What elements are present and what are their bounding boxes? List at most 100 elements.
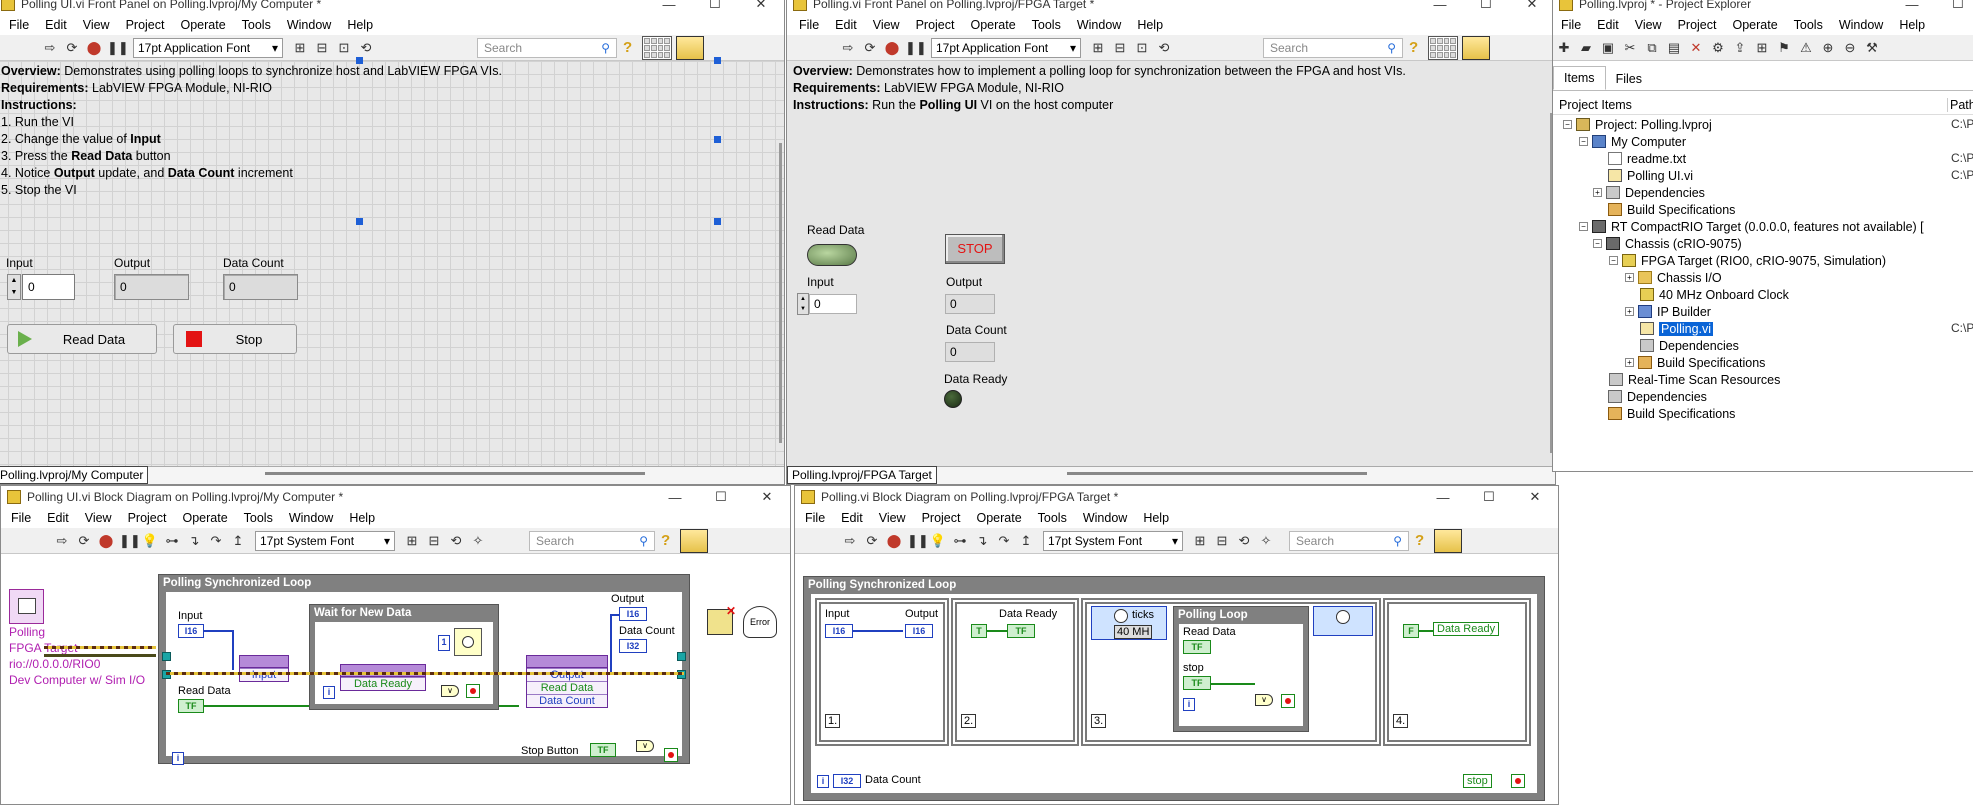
read-data-button[interactable]: Read Data (7, 324, 157, 354)
tree-item[interactable]: − FPGA Target (RIO0, cRIO-9075, Simulatio… (1609, 252, 1886, 269)
retain-wire-values-icon[interactable]: ⊶ (163, 532, 181, 550)
cut-icon[interactable]: ✂ (1621, 39, 1639, 57)
title-bar[interactable]: Polling.vi Block Diagram on Polling.lvpr… (795, 486, 1558, 508)
menu-help[interactable]: Help (341, 511, 383, 525)
menu-edit[interactable]: Edit (39, 511, 77, 525)
minimize-icon[interactable]: — (1889, 0, 1935, 12)
step-out-icon[interactable]: ↥ (229, 532, 247, 550)
read-data-ready-node[interactable]: Data Ready (340, 664, 426, 691)
tree-item[interactable]: Polling UI.vi (1608, 167, 1693, 184)
reorder-icon[interactable]: ⟲ (447, 532, 465, 550)
align-icon[interactable]: ⊞ (1191, 532, 1209, 550)
distribute-icon[interactable]: ⊟ (1111, 39, 1129, 57)
close-fpga-reference-node[interactable]: ✕ (707, 604, 736, 635)
false-constant[interactable]: F (1403, 624, 1419, 638)
reorder-icon[interactable]: ⟲ (1155, 39, 1173, 57)
copy-icon[interactable]: ⧉ (1643, 39, 1661, 57)
tree-item-selected[interactable]: Polling.vi (1640, 320, 1714, 337)
abort-icon[interactable]: ⬤ (883, 39, 901, 57)
run-arrow-icon[interactable]: ⇨ (839, 39, 857, 57)
close-icon[interactable]: ✕ (1509, 0, 1555, 12)
sequence-frame-1[interactable]: Input Output I16 I16 1. (815, 598, 949, 746)
menu-help[interactable]: Help (1129, 18, 1171, 32)
expand-icon[interactable]: + (1625, 307, 1634, 316)
tree-item[interactable]: + Chassis I/O (1625, 269, 1722, 286)
vertical-scrollbar[interactable] (779, 143, 782, 443)
cleanup-icon[interactable]: ✧ (469, 532, 487, 550)
selection-handle[interactable] (714, 218, 721, 225)
shift-register[interactable] (162, 652, 171, 661)
error-handler-node[interactable]: Error (743, 606, 777, 638)
menu-file[interactable]: File (3, 511, 39, 525)
pause-icon[interactable]: ❚❚ (119, 532, 141, 550)
help-icon[interactable]: ? (1415, 532, 1424, 549)
menu-window[interactable]: Window (1069, 18, 1129, 32)
help-icon[interactable]: ? (1409, 39, 1418, 56)
expand-icon[interactable]: + (1625, 358, 1634, 367)
delete-icon[interactable]: ✕ (1687, 39, 1705, 57)
search-icon[interactable]: ⚲ (1393, 532, 1402, 550)
step-into-icon[interactable]: ↴ (973, 532, 991, 550)
input-terminal[interactable]: I16 (825, 624, 853, 638)
maximize-icon[interactable]: ☐ (698, 489, 744, 505)
stop-button[interactable]: Stop (173, 324, 297, 354)
close-icon[interactable]: ✕ (744, 489, 790, 505)
selection-handle[interactable] (714, 136, 721, 143)
search-input[interactable]: Search ⚲ (529, 530, 655, 551)
vi-icon[interactable] (676, 35, 705, 60)
minimize-icon[interactable]: — (652, 490, 698, 505)
connector-pane-icon[interactable] (1428, 35, 1459, 60)
search-input[interactable]: Search ⚲ (1263, 37, 1403, 58)
title-bar[interactable]: Polling.vi Front Panel on Polling.lvproj… (787, 0, 1555, 15)
tree-item[interactable]: + Dependencies (1593, 184, 1705, 201)
tree-item[interactable]: Dependencies (1640, 337, 1739, 354)
maximize-icon[interactable]: ☐ (692, 0, 738, 12)
connector-pane-icon[interactable] (642, 35, 673, 60)
search-input[interactable]: Search ⚲ (477, 37, 617, 58)
stop-terminal[interactable]: TF (1183, 676, 1211, 690)
input-terminal[interactable]: I16 (178, 624, 204, 638)
column-path[interactable]: Path (1947, 98, 1973, 112)
read-data-terminal[interactable]: TF (178, 699, 204, 713)
data-count-terminal[interactable]: I32 (619, 639, 647, 653)
menu-help[interactable]: Help (339, 18, 381, 32)
tree-item[interactable]: + IP Builder (1625, 303, 1711, 320)
increment-decrement-buttons[interactable]: ▲ ▼ (797, 293, 809, 315)
read-write-control-input[interactable]: Input (239, 655, 289, 682)
output-terminal[interactable]: I16 (619, 607, 647, 621)
close-icon[interactable]: ✕ (738, 0, 784, 12)
step-over-icon[interactable]: ↷ (995, 532, 1013, 550)
open-icon[interactable]: ▰ (1577, 39, 1595, 57)
tree-item[interactable]: − Chassis (cRIO-9075) (1593, 235, 1742, 252)
step-into-icon[interactable]: ↴ (185, 532, 203, 550)
tick-count-node[interactable] (1313, 606, 1373, 636)
cleanup-icon[interactable]: ✧ (1257, 532, 1275, 550)
expand-icon[interactable]: + (1625, 273, 1634, 282)
run-arrow-icon[interactable]: ⇨ (53, 532, 71, 550)
polling-synchronized-loop[interactable]: Polling Synchronized Loop Input I16 Read… (158, 574, 690, 765)
search-icon[interactable]: ⚲ (601, 39, 610, 57)
read-data-terminal[interactable]: TF (1183, 640, 1211, 654)
tick-count-node[interactable]: ticks 40 MH (1091, 606, 1167, 640)
search-icon[interactable]: ⚲ (639, 532, 648, 550)
warning-icon[interactable]: ⚠ (1797, 39, 1815, 57)
font-select[interactable]: 17pt Application Font ▾ (133, 37, 283, 58)
menu-window[interactable]: Window (279, 18, 339, 32)
stop-button-terminal[interactable]: TF (590, 743, 616, 757)
tree-item[interactable]: 40 MHz Onboard Clock (1640, 286, 1789, 303)
read-data-toggle[interactable] (807, 244, 857, 266)
view-icon[interactable]: ⊞ (1753, 39, 1771, 57)
tree-item[interactable]: − My Computer (1579, 133, 1686, 150)
horizontal-scrollbar[interactable] (1067, 472, 1367, 475)
polling-loop[interactable]: Polling Loop Read Data TF stop TF ∨ i (1173, 606, 1309, 732)
font-select[interactable]: 17pt Application Font ▾ (931, 37, 1081, 58)
environment-icon[interactable]: ⚑ (1775, 39, 1793, 57)
abort-icon[interactable]: ⬤ (85, 39, 103, 57)
horizontal-scrollbar[interactable] (265, 472, 645, 475)
data-ready-local[interactable]: Data Ready (1433, 622, 1500, 636)
menu-project[interactable]: Project (118, 18, 173, 32)
collapse-icon[interactable]: − (1593, 239, 1602, 248)
menu-view[interactable]: View (75, 18, 118, 32)
menu-operate[interactable]: Operate (174, 511, 235, 525)
selection-handle[interactable] (714, 57, 721, 64)
